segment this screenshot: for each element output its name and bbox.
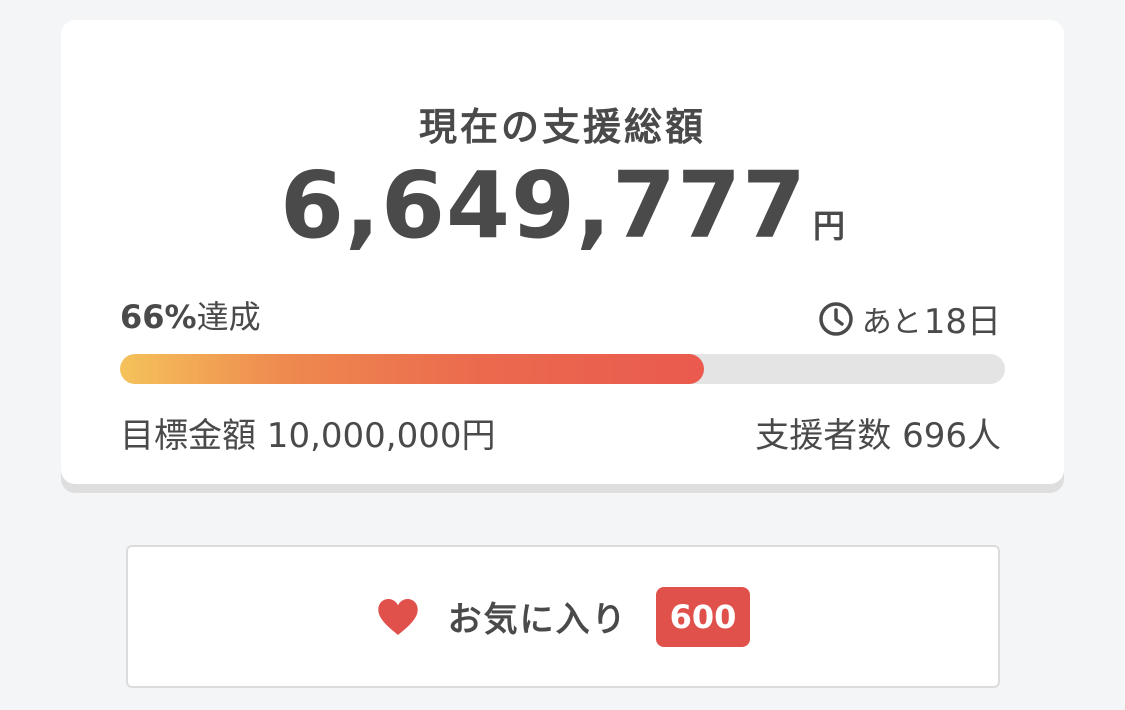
progress-bar [120,354,1005,384]
remaining-value: 18日 [923,302,1001,342]
achievement-percent: 66% [120,298,197,336]
funding-amount: 6,649,777 円 [61,160,1064,252]
supporter-count: 支援者数 696人 [755,416,1001,456]
favorite-button[interactable]: お気に入り 600 [126,545,1000,688]
funding-title: 現在の支援総額 [418,105,706,149]
amount-unit: 円 [812,207,845,245]
heart-icon [376,597,420,637]
remaining-days: あと 18日 [818,294,1001,343]
goal-amount: 目標金額 10,000,000円 [120,416,496,456]
progress-bar-fill [120,354,705,384]
clock-icon [818,301,854,337]
achievement-label: 達成 [196,298,261,336]
achievement-rate: 66%達成 [120,292,261,338]
remaining-prefix: あと [861,304,922,340]
favorite-count-badge: 600 [655,586,751,647]
favorite-label: お気に入り [447,600,628,640]
funding-summary-card: 現在の支援総額 6,649,777 円 66%達成 あと 18日 目標金額 10,0… [61,20,1064,484]
amount-value: 6,649,777 [279,152,807,259]
